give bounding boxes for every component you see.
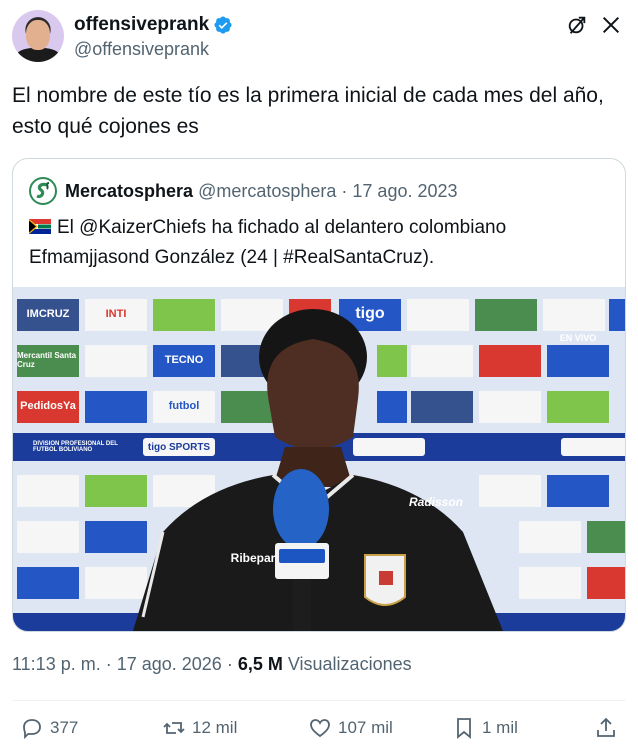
like-count: 107 mil (338, 718, 393, 737)
verified-badge-icon (214, 16, 232, 34)
sponsor-logo-futbol: futbol (168, 400, 200, 412)
reply-icon (23, 719, 41, 740)
author-name-row: offensiveprank (74, 14, 233, 36)
more-options-icon[interactable] (600, 14, 622, 36)
quote-avatar[interactable] (29, 177, 57, 205)
sponsor-logo-tecno: TECNO (164, 354, 204, 366)
tweet-header: offensiveprank @offensiveprank (12, 10, 626, 66)
share-icon (597, 717, 615, 737)
bookmark-count: 1 mil (482, 718, 518, 737)
bookmark-button[interactable]: 1 mil (452, 716, 518, 740)
en-vivo-label: EN VIVO (559, 333, 597, 343)
bookmark-icon (457, 718, 471, 739)
quote-handle[interactable]: @mercatosphera (198, 181, 336, 202)
avatar-shirt (16, 48, 60, 62)
quote-date[interactable]: 17 ago. 2023 (352, 181, 457, 202)
sponsor-logo-tigo: tigo (355, 305, 385, 322)
sponsor-logo-inti: INTI (105, 308, 127, 320)
repost-button[interactable]: 12 mil (162, 716, 237, 740)
share-button[interactable] (594, 716, 624, 740)
divider (12, 700, 626, 701)
tigo-sports-logo: tigo SPORTS (147, 441, 211, 453)
quoted-tweet[interactable]: Mercatosphera @mercatosphera · 17 ago. 2… (12, 158, 626, 632)
tweet-actions-bar: 377 12 mil 107 mil 1 mil (12, 716, 626, 750)
quote-text-block: El @KaizerChiefs ha fichado al delantero… (29, 213, 614, 273)
tweet-meta: 11:13 p. m. · 17 ago. 2026 · 6,5 M Visua… (12, 654, 412, 675)
quote-header: Mercatosphera @mercatosphera · 17 ago. 2… (29, 177, 458, 205)
avatar-face (26, 20, 50, 50)
like-button[interactable]: 107 mil (308, 716, 393, 740)
ribepar-logo: Ribepar (230, 551, 276, 565)
tweet-date[interactable]: 17 ago. 2026 (117, 654, 222, 675)
quote-separator: · (341, 180, 348, 201)
radisson-logo: Radisson (408, 495, 463, 509)
author-display-name[interactable]: offensiveprank (74, 14, 209, 36)
views-label: Visualizaciones (287, 654, 412, 674)
repost-icon (163, 722, 185, 734)
division-profesional-logo: DIVISION PROFESIONAL DEL FUTBOL BOLIVIAN… (33, 441, 118, 453)
repost-count: 12 mil (192, 718, 238, 737)
sponsor-logo-imcruz: IMCRUZ (26, 308, 70, 320)
views-count: 6,5 M (237, 654, 283, 674)
author-handle[interactable]: @offensiveprank (74, 39, 209, 60)
quote-text: El @KaizerChiefs ha fichado al delantero… (29, 217, 507, 268)
author-avatar[interactable] (12, 10, 64, 62)
sponsor-logo-mercantil: Mercantil Santa Cruz (17, 351, 77, 369)
press-backdrop (13, 287, 625, 631)
tweet-time[interactable]: 11:13 p. m. (12, 654, 101, 675)
reply-count: 377 (50, 718, 79, 737)
sponsor-logo-pedidosya: PedidosYa (20, 400, 76, 412)
reply-button[interactable]: 377 (20, 716, 78, 740)
grok-icon[interactable] (566, 14, 588, 36)
quote-media-image[interactable]: IMCRUZ INTI tigo TECNO PedidosYa Mercant… (13, 287, 625, 631)
south-africa-flag-icon (29, 219, 51, 234)
meta-separator-2: · (226, 654, 233, 674)
tweet-text: El nombre de este tío es la primera inic… (12, 84, 604, 138)
quote-display-name[interactable]: Mercatosphera (65, 181, 193, 202)
meta-separator: · (105, 654, 112, 674)
heart-icon (310, 719, 330, 738)
